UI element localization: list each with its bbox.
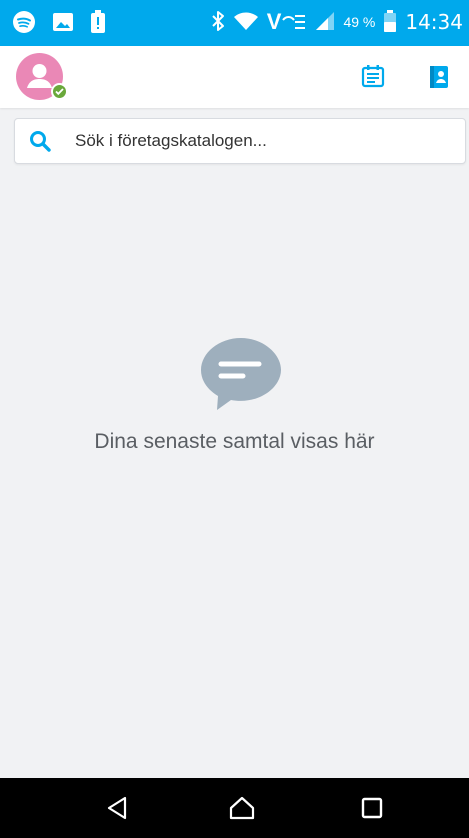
presence-indicator — [51, 83, 68, 100]
battery-percent: 49 % — [343, 14, 376, 30]
wifi-icon — [233, 10, 259, 35]
recents-button[interactable] — [356, 792, 388, 824]
gallery-icon — [52, 11, 74, 38]
recents-icon — [361, 797, 383, 819]
back-icon — [107, 796, 127, 820]
volte-icon: V — [267, 9, 308, 35]
back-button[interactable] — [101, 792, 133, 824]
signal-icon — [315, 11, 335, 34]
status-bar-notifications — [12, 10, 106, 39]
contacts-icon — [430, 66, 448, 88]
chat-bubble-icon — [199, 336, 283, 417]
bluetooth-icon — [211, 10, 225, 35]
status-bar-system: V 49 % 14:34 — [211, 9, 463, 35]
empty-state-message: Dina senaste samtal visas här — [94, 430, 375, 453]
navigation-bar — [0, 778, 469, 838]
dial-pad-button[interactable] — [356, 60, 390, 94]
battery-icon — [383, 9, 397, 35]
home-icon — [229, 796, 255, 820]
status-bar: V 49 % 14:34 — [0, 0, 469, 46]
status-time: 14:34 — [405, 10, 463, 34]
search-input[interactable] — [75, 119, 445, 163]
home-button[interactable] — [226, 792, 258, 824]
contacts-button[interactable] — [422, 60, 456, 94]
search-bar[interactable] — [14, 118, 466, 164]
spotify-icon — [12, 10, 36, 39]
battery-alert-icon — [90, 10, 106, 39]
search-icon — [29, 130, 51, 157]
dial-pad-icon — [361, 65, 385, 88]
check-icon — [55, 88, 64, 96]
app-bar — [0, 46, 469, 108]
